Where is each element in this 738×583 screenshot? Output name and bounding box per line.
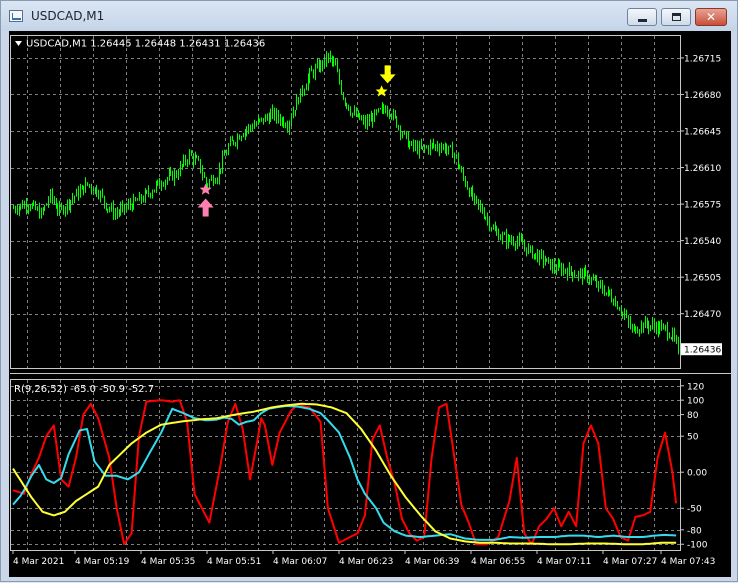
current-price-label: 1.26436 bbox=[684, 346, 721, 356]
chart-window-icon bbox=[9, 10, 23, 22]
indicator-tick-label: 50 bbox=[687, 433, 699, 443]
time-tick-label: 4 Mar 06:23 bbox=[339, 557, 393, 567]
indicator-tick-label: 0.00 bbox=[687, 469, 707, 479]
price-tick-label: 1.26540 bbox=[684, 237, 721, 247]
time-tick-label: 4 Mar 07:43 bbox=[661, 557, 715, 567]
time-tick-label: 4 Mar 06:07 bbox=[273, 557, 327, 567]
window-title: USDCAD,M1 bbox=[31, 9, 105, 23]
time-tick-label: 4 Mar 05:19 bbox=[75, 557, 130, 567]
title-bar[interactable]: USDCAD,M1 ✕ bbox=[1, 1, 737, 31]
chart-canvas[interactable]: USDCAD,M1 1.26445 1.26448 1.26431 1.2643… bbox=[1, 31, 738, 583]
time-tick-label: 4 Mar 05:51 bbox=[207, 557, 261, 567]
indicator-header: R(9,26,52) -65.0 -50.9 -52.7 bbox=[14, 384, 154, 395]
price-header: USDCAD,M1 1.26445 1.26448 1.26431 1.2643… bbox=[26, 39, 265, 50]
price-axis: 1.26715 1.26680 1.26645 1.26610 1.26575 1.265… bbox=[680, 54, 722, 356]
time-tick-label: 4 Mar 06:55 bbox=[471, 557, 525, 567]
indicator-tick-label: -80 bbox=[687, 526, 702, 536]
price-tick-label: 1.26505 bbox=[684, 274, 721, 284]
time-tick-label: 4 Mar 07:27 bbox=[603, 557, 657, 567]
price-tick-label: 1.26610 bbox=[684, 164, 721, 174]
indicator-tick-label: -50 bbox=[687, 505, 702, 515]
price-tick-label: 1.26645 bbox=[684, 128, 721, 138]
maximize-icon bbox=[672, 13, 681, 21]
price-tick-label: 1.26575 bbox=[684, 201, 721, 211]
indicator-tick-label: 100 bbox=[687, 397, 704, 407]
price-tick-label: 1.26680 bbox=[684, 91, 721, 101]
time-tick-label: 4 Mar 05:35 bbox=[141, 557, 195, 567]
indicator-tick-label: 120 bbox=[687, 382, 704, 392]
chart-window: USDCAD,M1 ✕ USDCAD,M1 1.26445 1.26448 1.… bbox=[0, 0, 738, 582]
minimize-icon bbox=[638, 19, 647, 22]
maximize-button[interactable] bbox=[661, 8, 691, 26]
close-button[interactable]: ✕ bbox=[695, 8, 727, 26]
indicator-tick-label: -100 bbox=[687, 541, 708, 551]
minimize-button[interactable] bbox=[627, 8, 657, 26]
indicator-tick-label: 80 bbox=[687, 411, 699, 421]
chart-background bbox=[9, 31, 731, 577]
price-tick-label: 1.26715 bbox=[684, 54, 721, 64]
close-icon: ✕ bbox=[705, 10, 717, 24]
time-tick-label: 4 Mar 06:39 bbox=[405, 557, 460, 567]
time-tick-label: 4 Mar 07:11 bbox=[537, 557, 591, 567]
price-tick-label: 1.26470 bbox=[684, 310, 721, 320]
time-tick-label: 4 Mar 2021 bbox=[13, 557, 64, 567]
